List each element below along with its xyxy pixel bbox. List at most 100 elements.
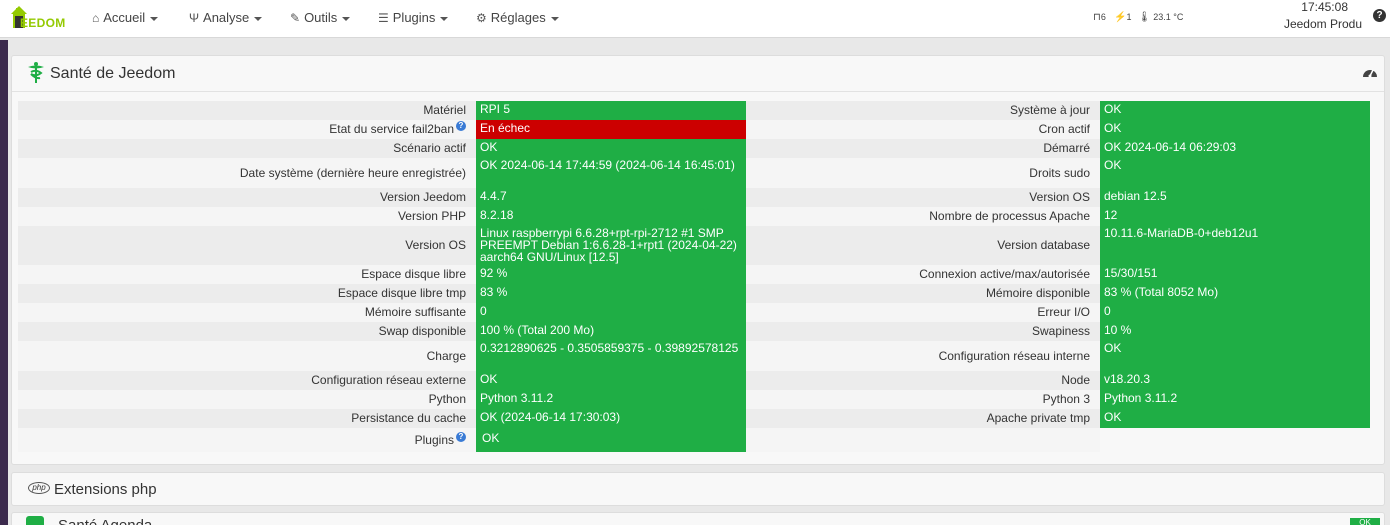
php-icon: php: [28, 482, 50, 494]
clock: 17:45:08: [1301, 0, 1348, 14]
question-circle-icon[interactable]: ?: [456, 121, 466, 131]
health-row: Python Python 3.11.2 Python 3 Python 3.11.2: [18, 390, 1370, 409]
left-value: 92 %: [476, 265, 746, 284]
left-label: Mémoire suffisante: [18, 303, 476, 322]
left-value: 0: [476, 303, 746, 322]
right-label: Système à jour: [746, 101, 1100, 120]
chevron-down-icon: [150, 16, 159, 21]
right-value: OK 2024-06-14 06:29:03: [1100, 139, 1370, 158]
right-label: Droits sudo: [746, 158, 1100, 188]
left-value: OK: [476, 371, 746, 390]
right-label: Configuration réseau interne: [746, 341, 1100, 371]
right-label: Apache private tmp: [746, 409, 1100, 428]
door-icon: ⊓: [1093, 12, 1101, 23]
left-label: Version Jeedom: [18, 188, 476, 207]
health-label-text: Python: [428, 392, 466, 406]
left-label: Etat du service fail2ban?: [18, 120, 476, 139]
left-value: OK 2024-06-14 17:44:59 (2024-06-14 16:45…: [476, 158, 746, 188]
left-value: OK: [476, 428, 746, 452]
jeedom-logo[interactable]: EEDOM: [6, 4, 76, 34]
right-label: Connexion active/max/autorisée: [746, 265, 1100, 284]
extensions-php-panel[interactable]: php Extensions php: [11, 472, 1385, 506]
health-label-text: Python 3: [1042, 392, 1090, 406]
agenda-status-badge: OK: [1350, 518, 1380, 525]
plug-icon: ⚡: [1114, 12, 1127, 23]
chevron-down-icon: [440, 16, 449, 21]
health-label-text: Etat du service fail2ban: [329, 122, 454, 136]
health-row: Espace disque libre 92 % Connexion active/…: [18, 265, 1370, 284]
nav-reglages-label: Réglages: [490, 10, 546, 25]
home-icon: ⌂: [92, 11, 100, 25]
left-value: Linux raspberrypi 6.6.28+rpt-rpi-2712 #1…: [476, 226, 746, 265]
nav-accueil[interactable]: ⌂ Accueil: [92, 10, 159, 25]
health-row: Swap disponible 100 % (Total 200 Mo) Swapi…: [18, 322, 1370, 341]
right-value: OK: [1100, 120, 1370, 139]
help-icon[interactable]: ?: [1373, 9, 1386, 22]
left-label: Scénario actif: [18, 139, 476, 158]
thermometer-icon: 🌡: [1138, 12, 1151, 23]
nav-reglages[interactable]: ⚙ Réglages: [476, 10, 559, 25]
health-row: Version PHP 8.2.18 Nombre de processus Apa…: [18, 207, 1370, 226]
right-label: Python 3: [746, 390, 1100, 409]
right-value: OK: [1100, 101, 1370, 120]
health-label-text: Version PHP: [397, 209, 466, 223]
health-label-text: Date système (dernière heure enregistrée…: [239, 166, 466, 180]
left-label: Charge: [18, 341, 476, 371]
plug-status[interactable]: ⚡1: [1114, 12, 1131, 23]
right-value: 15/30/151: [1100, 265, 1370, 284]
health-panel: Santé de Jeedom Matériel RPI 5 Système à j…: [11, 55, 1385, 465]
nav-plugins[interactable]: ☰ Plugins: [378, 10, 449, 25]
nav-analyse[interactable]: Ψ Analyse: [189, 10, 263, 25]
right-label: [746, 428, 1100, 452]
calendar-icon: [26, 516, 44, 525]
right-value: Python 3.11.2: [1100, 390, 1370, 409]
left-value: En échec: [476, 120, 746, 139]
nav-outils[interactable]: ✎ Outils: [290, 10, 351, 25]
health-row: Plugins? OK: [18, 428, 1370, 452]
caduceus-icon: [28, 62, 44, 83]
health-label-text: Matériel: [423, 103, 466, 117]
left-value: OK: [476, 139, 746, 158]
chevron-down-icon: [254, 16, 263, 21]
nav-analyse-label: Analyse: [203, 10, 250, 25]
health-row: Version OS Linux raspberrypi 6.6.28+rpt-r…: [18, 226, 1370, 265]
agenda-health-title: Santé Agenda: [58, 517, 152, 525]
agenda-health-panel[interactable]: Santé Agenda OK: [11, 512, 1385, 525]
health-row: Matériel RPI 5 Système à jour OK: [18, 101, 1370, 120]
health-panel-header[interactable]: Santé de Jeedom: [12, 56, 1384, 92]
chevron-down-icon: [342, 16, 351, 21]
right-label: Démarré: [746, 139, 1100, 158]
right-value: [1100, 428, 1370, 452]
health-row: Scénario actif OK Démarré OK 2024-06-14 06:…: [18, 139, 1370, 158]
temperature-status[interactable]: 🌡 23.1 °C: [1138, 12, 1183, 23]
door-status[interactable]: ⊓6: [1093, 12, 1106, 23]
list-icon: ☰: [378, 11, 389, 25]
right-label: Cron actif: [746, 120, 1100, 139]
left-label: Plugins?: [18, 428, 476, 452]
health-label-text: Version database: [997, 238, 1090, 252]
left-label: Espace disque libre: [18, 265, 476, 284]
profile-selector[interactable]: Jeedom Produ: [1284, 17, 1362, 31]
chevron-down-icon: [550, 16, 559, 21]
right-value: OK: [1100, 409, 1370, 428]
health-label-text: Node: [1061, 373, 1090, 387]
dashboard-gauge-icon[interactable]: [1362, 65, 1378, 79]
health-label-text: Version OS: [405, 238, 466, 252]
health-label-text: Version Jeedom: [379, 190, 466, 204]
right-value: v18.20.3: [1100, 371, 1370, 390]
left-label: Date système (dernière heure enregistrée…: [18, 158, 476, 188]
health-label-text: Persistance du cache: [351, 411, 466, 425]
temperature-value: 23.1 °C: [1153, 12, 1184, 22]
health-label-text: Système à jour: [1009, 103, 1090, 117]
right-label: Mémoire disponible: [746, 284, 1100, 303]
health-label-text: Swapiness: [1031, 324, 1090, 338]
question-circle-icon[interactable]: ?: [456, 432, 466, 442]
nav-outils-label: Outils: [304, 10, 338, 25]
nav-plugins-label: Plugins: [392, 10, 436, 25]
right-value: 10 %: [1100, 322, 1370, 341]
right-value: 83 % (Total 8052 Mo): [1100, 284, 1370, 303]
health-label-text: Swap disponible: [378, 324, 466, 338]
right-label: Version OS: [746, 188, 1100, 207]
left-value: Python 3.11.2: [476, 390, 746, 409]
health-row: Configuration réseau externe OK Node v18.20…: [18, 371, 1370, 390]
